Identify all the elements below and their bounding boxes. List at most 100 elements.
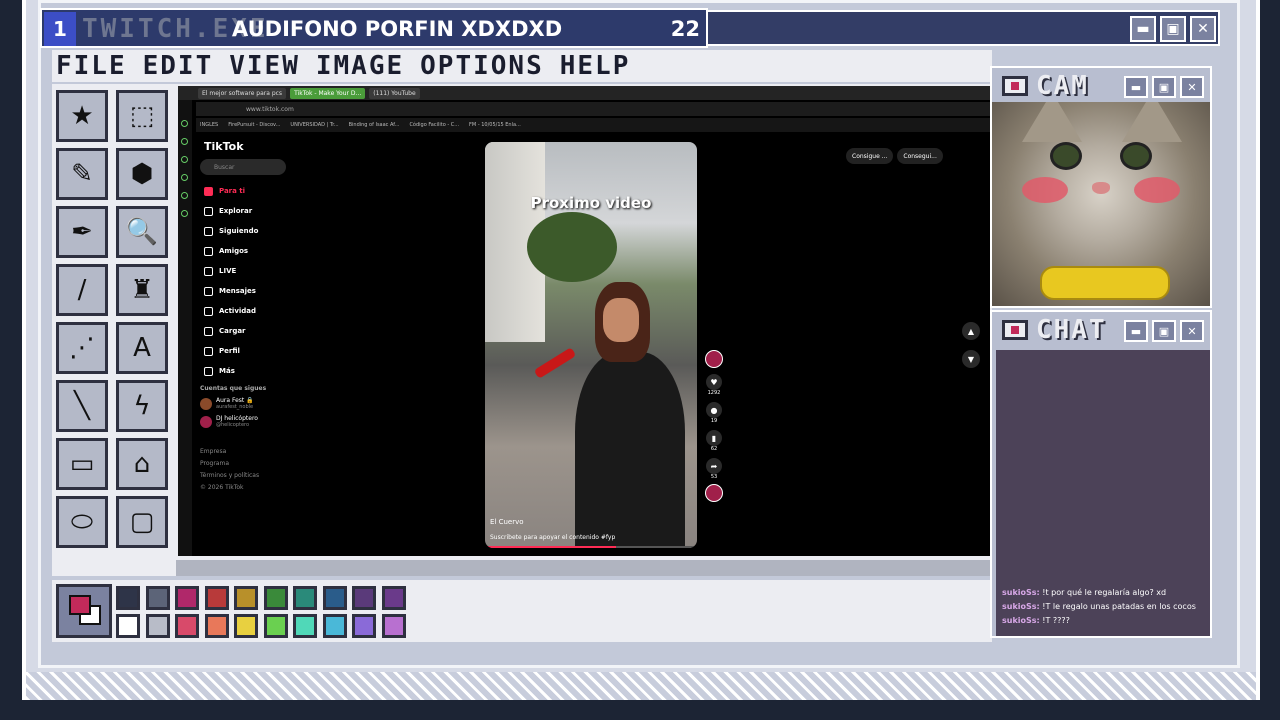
- nav-amigos[interactable]: Amigos: [200, 241, 295, 261]
- sidebar-app-icon[interactable]: [181, 192, 188, 199]
- palette-swatch[interactable]: [293, 586, 317, 610]
- footer-link[interactable]: Empresa: [200, 446, 295, 458]
- polygon-tool-icon[interactable]: ⌂: [116, 438, 168, 490]
- menu-image[interactable]: IMAGE: [316, 51, 404, 81]
- rounded-rect-tool-icon[interactable]: ▢: [116, 496, 168, 548]
- bookmark[interactable]: FM - 10/05/15 Enla...: [469, 122, 521, 128]
- ellipse-tool-icon[interactable]: ⬭: [56, 496, 108, 548]
- cam-close-button[interactable]: ✕: [1180, 76, 1204, 98]
- cam-minimize-button[interactable]: ▬: [1124, 76, 1148, 98]
- sidebar-app-icon[interactable]: [181, 210, 188, 217]
- palette-swatch[interactable]: [145, 586, 170, 610]
- palette-swatch[interactable]: [263, 614, 288, 638]
- nav-perfil[interactable]: Perfil: [200, 341, 295, 361]
- cam-maximize-button[interactable]: ▣: [1152, 76, 1176, 98]
- nav-cargar[interactable]: Cargar: [200, 321, 295, 341]
- nav-mensajes[interactable]: Mensajes: [200, 281, 295, 301]
- palette-swatch[interactable]: [234, 586, 258, 610]
- creator-avatar[interactable]: [705, 350, 723, 368]
- airbrush-tool-icon[interactable]: ⋰: [56, 322, 108, 374]
- fill-tool-icon[interactable]: ⬢: [116, 148, 168, 200]
- eraser-tool-icon[interactable]: ✎: [56, 148, 108, 200]
- menu-file[interactable]: FILE: [56, 51, 127, 81]
- text-tool-icon[interactable]: A: [116, 322, 168, 374]
- browser-tab-active[interactable]: TikTok - Make Your D...: [290, 87, 366, 99]
- sidebar-app-icon[interactable]: [181, 174, 188, 181]
- palette-swatch[interactable]: [234, 614, 258, 638]
- following-account[interactable]: Aura Fest 🔒 aurafest_noble: [200, 397, 295, 410]
- chat-close-button[interactable]: ✕: [1180, 320, 1204, 342]
- nav-actividad[interactable]: Actividad: [200, 301, 295, 321]
- chat-maximize-button[interactable]: ▣: [1152, 320, 1176, 342]
- browser-tab[interactable]: (111) YouTube: [369, 87, 420, 99]
- nav-mas[interactable]: Más: [200, 361, 295, 381]
- menu-options[interactable]: OPTIONS: [420, 51, 544, 81]
- line-tool-icon[interactable]: ╲: [56, 380, 108, 432]
- tiktok-video[interactable]: Proximo video El Cuervo Suscribete para …: [485, 142, 697, 548]
- browser-tab[interactable]: El mejor software para pcs: [198, 87, 287, 99]
- video-progress[interactable]: [485, 546, 697, 548]
- palette-swatch[interactable]: [352, 586, 376, 610]
- bookmark-icon[interactable]: ▮: [706, 430, 722, 446]
- nav-explorar[interactable]: Explorar: [200, 201, 295, 221]
- palette-swatch[interactable]: [145, 614, 170, 638]
- footer-link[interactable]: Programa: [200, 458, 295, 470]
- share-icon[interactable]: ➦: [706, 458, 722, 474]
- curve-tool-icon[interactable]: ϟ: [116, 380, 168, 432]
- picker-tool-icon[interactable]: ✒: [56, 206, 108, 258]
- minimize-button[interactable]: ▬: [1130, 16, 1156, 42]
- palette-swatch[interactable]: [322, 614, 347, 638]
- nav-para-ti[interactable]: Para ti: [200, 181, 295, 201]
- sidebar-app-icon[interactable]: [181, 156, 188, 163]
- star-tool-icon[interactable]: ★: [56, 90, 108, 142]
- sidebar-app-icon[interactable]: [181, 120, 188, 127]
- tiktok-logo[interactable]: TikTok: [204, 140, 295, 153]
- comment-icon[interactable]: ●: [706, 402, 722, 418]
- sound-avatar[interactable]: [705, 484, 723, 502]
- get-coins-button[interactable]: Consigue ...: [846, 148, 894, 164]
- bookmark[interactable]: UNIVERSIDAD | Tr...: [290, 122, 338, 128]
- chevron-down-icon[interactable]: ▼: [962, 350, 980, 368]
- bookmark[interactable]: Binding of Isaac Af...: [349, 122, 400, 128]
- bookmark[interactable]: FirePursuit - Discov...: [228, 122, 280, 128]
- palette-swatch[interactable]: [116, 586, 140, 610]
- palette-swatch[interactable]: [175, 586, 199, 610]
- address-bar[interactable]: www.tiktok.com: [196, 102, 990, 116]
- rectangle-tool-icon[interactable]: ▭: [56, 438, 108, 490]
- maximize-button[interactable]: ▣: [1160, 16, 1186, 42]
- palette-swatch[interactable]: [204, 586, 229, 610]
- current-colors[interactable]: [56, 584, 112, 638]
- footer-link[interactable]: Términos y políticas: [200, 470, 295, 482]
- chat-body: sukioSs: !t por qué le regalaría algo? x…: [996, 350, 1210, 636]
- palette-swatch[interactable]: [381, 614, 406, 638]
- pencil-tool-icon[interactable]: /: [56, 264, 108, 316]
- brush-tool-icon[interactable]: ♜: [116, 264, 168, 316]
- tiktok-search-input[interactable]: Buscar: [200, 159, 286, 175]
- bookmark[interactable]: INGLES: [200, 122, 218, 128]
- menu-edit[interactable]: EDIT: [143, 51, 214, 81]
- close-button[interactable]: ✕: [1190, 16, 1216, 42]
- magnifier-tool-icon[interactable]: 🔍: [116, 206, 168, 258]
- palette-swatch[interactable]: [263, 586, 288, 610]
- following-account[interactable]: DJ helicóptero @helicoptero: [200, 415, 295, 428]
- palette-swatch[interactable]: [204, 614, 229, 638]
- palette-swatch[interactable]: [352, 614, 376, 638]
- canvas-scrollbar[interactable]: [176, 560, 992, 576]
- bookmark[interactable]: Código Facilito - C...: [409, 122, 459, 128]
- sidebar-app-icon[interactable]: [181, 138, 188, 145]
- get-app-button[interactable]: Consegui...: [897, 148, 943, 164]
- palette-swatch[interactable]: [322, 586, 347, 610]
- menu-view[interactable]: VIEW: [229, 51, 300, 81]
- chevron-up-icon[interactable]: ▲: [962, 322, 980, 340]
- like-icon[interactable]: ♥: [706, 374, 722, 390]
- nav-live[interactable]: LIVE: [200, 261, 295, 281]
- palette-swatch[interactable]: [293, 614, 317, 638]
- palette-swatch[interactable]: [175, 614, 199, 638]
- nav-siguiendo[interactable]: Siguiendo: [200, 221, 295, 241]
- chat-minimize-button[interactable]: ▬: [1124, 320, 1148, 342]
- menu-help[interactable]: HELP: [560, 51, 631, 81]
- palette-swatch[interactable]: [381, 586, 406, 610]
- select-tool-icon[interactable]: ⬚: [116, 90, 168, 142]
- palette-swatch[interactable]: [116, 614, 140, 638]
- video-author[interactable]: El Cuervo: [490, 518, 524, 526]
